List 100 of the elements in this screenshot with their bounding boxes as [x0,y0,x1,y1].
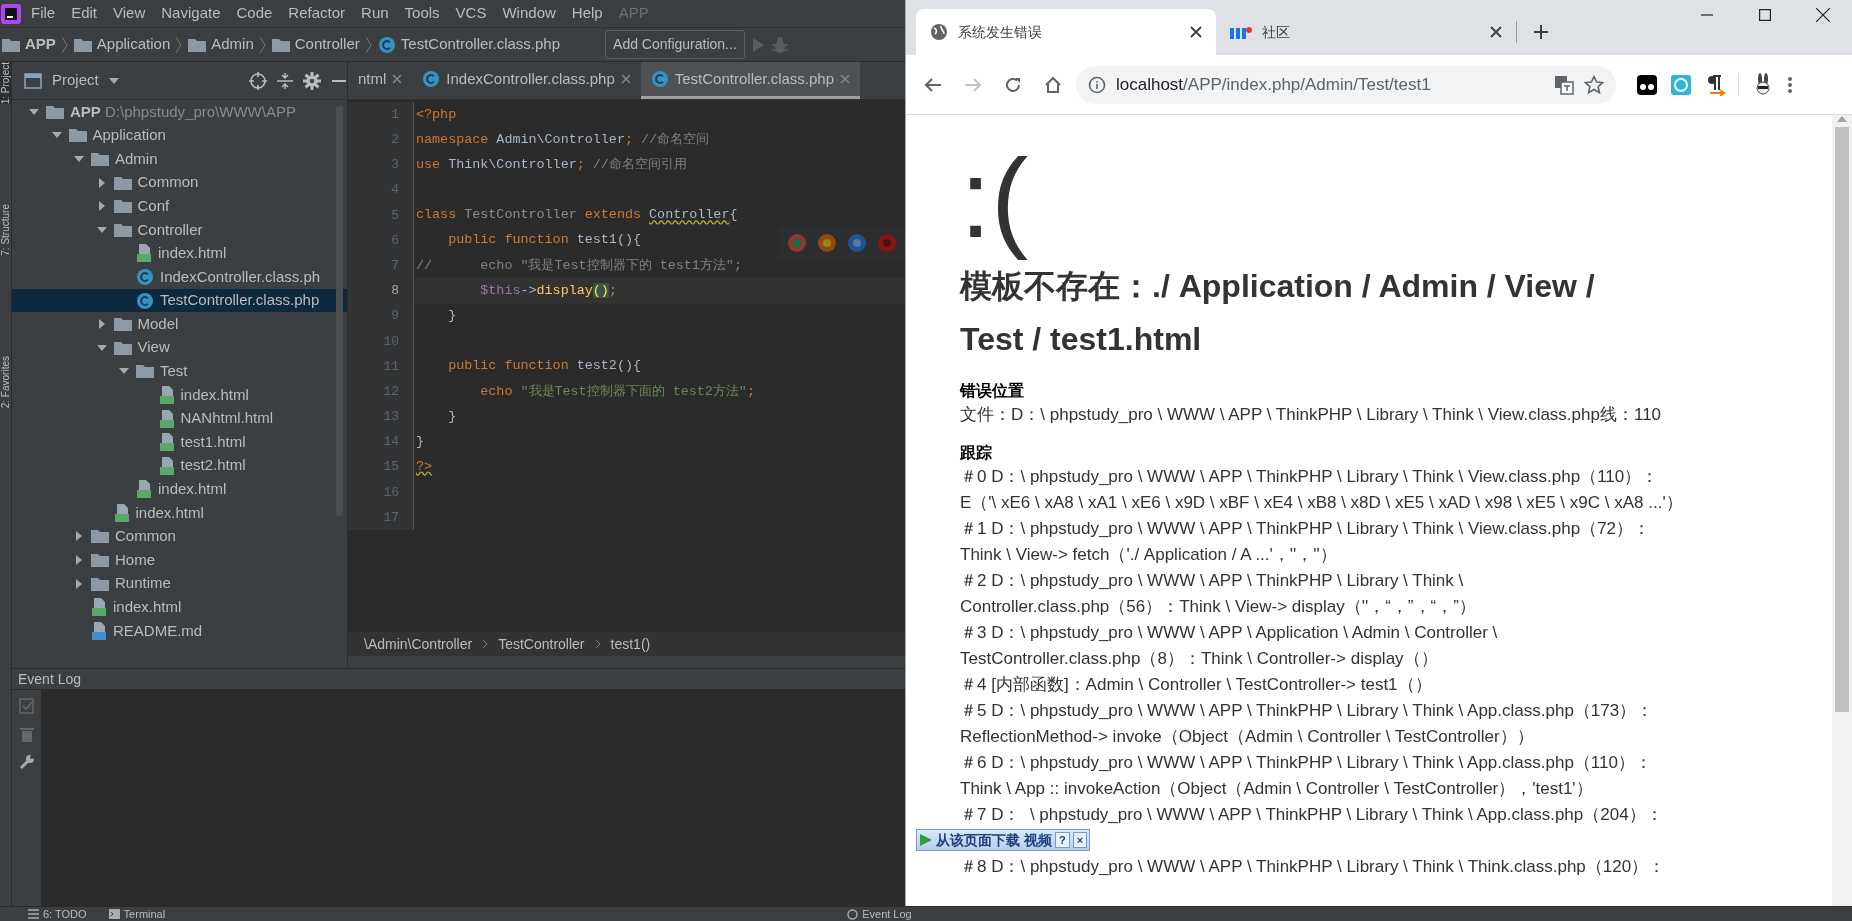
close-icon[interactable] [1190,26,1202,38]
tree-item[interactable]: TestController.class.php [12,288,347,313]
tree-item[interactable]: Home [12,548,347,572]
tab-label[interactable]: TestController.class.php [674,67,835,91]
new-tab-icon[interactable] [1533,24,1549,40]
tree-item-label[interactable]: Admin [115,147,158,171]
tree-item[interactable]: View [12,335,347,360]
tool-window-label[interactable]: 7: Structure [0,204,11,256]
mask-extension-icon[interactable] [1636,73,1658,96]
translate-icon[interactable] [1554,74,1574,95]
tree-item[interactable]: test1.html [12,430,347,454]
tree-item[interactable]: README.md [12,619,347,643]
checklist-icon[interactable] [18,698,35,714]
menu-item[interactable]: Run [354,2,396,25]
tab-title[interactable]: 系统发生错误 [958,21,1180,43]
menu-item[interactable]: Window [495,2,563,25]
menu-item[interactable]: File [24,2,63,25]
tree-item[interactable]: Common [12,524,347,549]
tool-window-label[interactable]: 2: Favorites [0,355,11,409]
crosshair-icon[interactable] [249,71,267,90]
tree-item-label[interactable]: APP D:\phpstudy_pro\WWW\APP [70,100,296,124]
breadcrumb-item[interactable]: TestController.class.php [400,33,561,56]
home-icon[interactable] [1044,75,1062,94]
tree-item-label[interactable]: IndexController.class.ph [160,265,321,289]
tree-item[interactable]: index.html [12,383,347,407]
editor-tab[interactable]: ntml [348,62,413,99]
star-icon[interactable] [1584,74,1604,95]
tab-title[interactable]: 社区 [1262,21,1480,43]
tab-label[interactable]: ntml [358,67,387,91]
tree-item[interactable]: IndexController.class.ph [12,265,347,289]
tree-item-label[interactable]: README.md [113,619,203,643]
panel-title[interactable]: Project [52,69,99,92]
menu-item[interactable]: Code [229,2,280,25]
tree-item-label[interactable]: index.html [135,501,204,525]
tree-item-label[interactable]: index.html [158,242,227,265]
editor-tab[interactable]: TestController.class.php [640,62,861,99]
tree-item[interactable]: Controller [12,217,347,242]
panel-title[interactable]: Event Log [18,668,82,690]
tree-item-label[interactable]: Conf [137,194,170,218]
help-button[interactable]: ? [1054,832,1070,849]
browser-tab[interactable]: 系统发生错误 [916,9,1216,55]
dropdown-caret-icon[interactable] [108,76,119,85]
tree-item-label[interactable]: Common [115,525,176,548]
tool-window-label[interactable]: 1: Project [0,62,11,105]
breadcrumb-item[interactable]: APP [25,33,56,56]
tree-item[interactable]: index.html [12,595,347,620]
tab-label[interactable]: IndexController.class.php [446,67,615,91]
menu-item[interactable]: VCS [448,2,494,25]
menu-item[interactable]: Refactor [281,2,353,25]
tree-item[interactable]: APP D:\phpstudy_pro\WWW\APP [12,100,347,124]
menu-item[interactable]: View [106,2,153,25]
collapse-all-icon[interactable] [277,71,293,90]
scrollbar-thumb[interactable] [336,106,343,516]
tree-item[interactable]: index.html [12,241,347,266]
tree-item[interactable]: test2.html [12,453,347,478]
status-bar-item[interactable]: Event Log [839,907,920,921]
status-bar-item[interactable]: Terminal [100,907,174,921]
menu-icon[interactable] [1787,74,1793,95]
round-logo-icon[interactable] [817,233,837,253]
round-logo-icon[interactable] [847,233,867,253]
maximize-icon[interactable] [1759,9,1771,21]
menu-item[interactable]: Tools [397,2,447,25]
download-bar[interactable]: 从该页面下载 视频 ? × [916,829,1091,852]
close-icon[interactable] [1816,8,1830,22]
tree-item[interactable]: Common [12,170,347,195]
close-button[interactable]: × [1072,832,1088,849]
tree-item-label[interactable]: Common [137,171,199,194]
back-arrow-icon[interactable] [924,75,942,94]
tree-item-label[interactable]: Runtime [115,572,171,595]
breadcrumb-item[interactable]: Controller [294,33,360,56]
tree-item[interactable]: Conf [12,194,347,218]
circle-extension-icon[interactable] [1670,73,1692,96]
tree-item-label[interactable]: View [137,336,170,359]
tree-item-label[interactable]: index.html [158,478,227,501]
editor-tab[interactable]: IndexController.class.php [412,62,641,99]
tree-item-label[interactable]: Test [160,360,188,383]
tree-item[interactable]: index.html [12,477,347,502]
tree-item-label[interactable]: NANhtml.html [180,407,273,430]
reload-icon[interactable] [1004,75,1022,94]
tree-item-label[interactable]: index.html [113,596,182,619]
tree-item[interactable]: Application [12,123,347,148]
tree-item-label[interactable]: test1.html [180,430,246,454]
settings-icon[interactable] [303,71,321,90]
address-bar[interactable]: localhost/APP/index.php/Admin/Test/test1 [1076,65,1616,104]
tree-item[interactable]: Runtime [12,571,347,596]
close-icon[interactable] [1490,26,1502,38]
tree-item-label[interactable]: Controller [137,218,203,241]
breadcrumb-item[interactable]: TestController [498,633,585,655]
status-bar-item[interactable]: 6: TODO [20,907,95,921]
breadcrumb-item[interactable]: test1() [610,633,651,655]
download-label[interactable]: 从该页面下载 视频 [936,829,1052,851]
tree-item-label[interactable]: Home [115,548,155,572]
tree-item-label[interactable]: Model [137,312,179,336]
tree-item-label[interactable]: index.html [180,383,249,407]
tree-item[interactable]: Test [12,359,347,384]
breadcrumb-item[interactable]: Admin [211,33,254,56]
menu-item[interactable]: Edit [64,2,105,25]
wrench-icon[interactable] [18,754,35,770]
add-configuration-button[interactable]: Add Configuration... [605,30,745,59]
tree-item[interactable]: Admin [12,147,347,171]
